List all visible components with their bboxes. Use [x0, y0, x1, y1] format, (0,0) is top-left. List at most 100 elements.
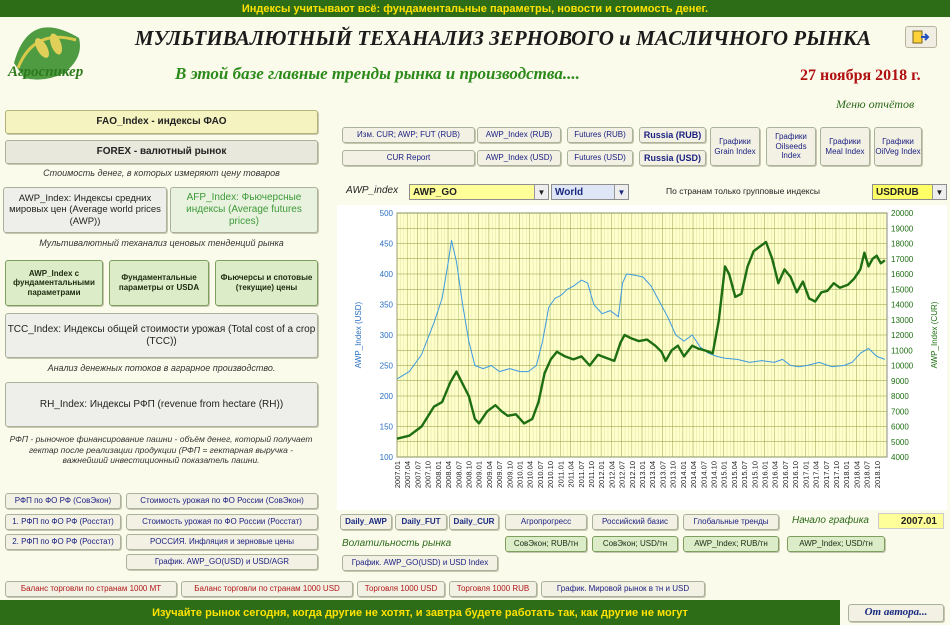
- x-tick-label: 2016.07: [781, 461, 790, 488]
- rh-index-button[interactable]: RH_Index: Индексы РФП (revenue from hect…: [5, 382, 318, 427]
- y-tick-label: 150: [380, 423, 394, 432]
- x-tick-label: 2012.01: [597, 461, 606, 488]
- tcc-index-button[interactable]: TCC_Index: Индексы общей стоимости урожа…: [5, 313, 318, 358]
- x-tick-label: 2015.04: [730, 461, 739, 488]
- global-trends-button[interactable]: Глобальные тренды: [683, 514, 779, 530]
- graph-awp-usd-agr-button[interactable]: График. AWP_GO(USD) и USD/AGR: [126, 554, 318, 570]
- x-tick-label: 2017.04: [812, 461, 821, 488]
- sovecon-rub-button[interactable]: СовЭкон; RUB/тн: [505, 536, 587, 552]
- forex-button[interactable]: FOREX - валютный рынок: [5, 140, 318, 164]
- x-tick-label: 2017.07: [822, 461, 831, 488]
- usda-fundamentals-button[interactable]: Фундаментальные параметры от USDA: [109, 260, 209, 306]
- agroprogress-button[interactable]: Агропрогресс: [505, 514, 587, 530]
- y-tick-label: 500: [380, 209, 394, 218]
- futures-usd-button[interactable]: Futures (USD): [567, 150, 633, 166]
- region-value: World: [555, 186, 584, 198]
- crop-cost-rosstat-button[interactable]: Стоимость урожая по ФО России (Росстат): [126, 514, 318, 530]
- y-axis-label: AWP_Index (USD): [354, 301, 363, 368]
- awp-rub-button[interactable]: AWP_Index (RUB): [477, 127, 561, 143]
- meal-index-button[interactable]: Графики Meal Index: [820, 127, 870, 166]
- graph-awp-usd-index-button[interactable]: График. AWP_GO(USD) и USD Index: [342, 555, 498, 571]
- trade-rub-button[interactable]: Торговля 1000 RUB: [449, 581, 537, 597]
- x-tick-label: 2018.04: [852, 461, 861, 488]
- y2-tick-label: 8000: [891, 392, 909, 401]
- daily-awp-button[interactable]: Daily_AWP: [340, 514, 392, 530]
- y-tick-label: 400: [380, 270, 394, 279]
- futures-spot-button[interactable]: Фьючерсы и спотовые (текущие) цены: [215, 260, 318, 306]
- y-tick-label: 450: [380, 240, 394, 249]
- sovecon-usd-button[interactable]: СовЭкон; USD/тн: [592, 536, 678, 552]
- awp-usd-button[interactable]: AWP_Index (USD): [477, 150, 561, 166]
- cur-report-button[interactable]: CUR Report: [342, 150, 475, 166]
- trade-balance-mt-button[interactable]: Баланс торговли по странам 1000 MT: [5, 581, 177, 597]
- x-tick-label: 2013.07: [658, 461, 667, 488]
- y2-tick-label: 6000: [891, 423, 909, 432]
- russia-rub-button[interactable]: Russia (RUB): [639, 127, 706, 143]
- x-tick-label: 2009.01: [475, 461, 484, 488]
- trade-balance-usd-button[interactable]: Баланс торговли по странам 1000 USD: [181, 581, 353, 597]
- x-tick-label: 2014.10: [709, 461, 718, 488]
- x-tick-label: 2010.04: [526, 461, 535, 488]
- x-tick-label: 2016.01: [761, 461, 770, 488]
- daily-fut-button[interactable]: Daily_FUT: [395, 514, 447, 530]
- y2-tick-label: 14000: [891, 301, 914, 310]
- x-tick-label: 2007.01: [393, 461, 402, 488]
- oilveg-index-button[interactable]: Графики OilVeg Index: [874, 127, 922, 166]
- x-tick-label: 2009.10: [505, 461, 514, 488]
- from-author-button[interactable]: От автора...: [848, 604, 944, 622]
- fao-index-button[interactable]: FAO_Index - индексы ФАО: [5, 110, 318, 134]
- izm-cur-button[interactable]: Изм. CUR; AWP; FUT (RUB): [342, 127, 475, 143]
- x-tick-label: 2011.01: [556, 461, 565, 488]
- currency-select[interactable]: USDRUB ▼: [872, 184, 947, 200]
- x-tick-label: 2018.07: [863, 461, 872, 488]
- russian-basis-button[interactable]: Российский базис: [592, 514, 678, 530]
- awp-fundamentals-button[interactable]: AWP_Index с фундаментальными параметрами: [5, 260, 103, 306]
- awp-usdt-button[interactable]: AWP_Index; USD/тн: [787, 536, 885, 552]
- chevron-down-icon[interactable]: ▼: [614, 185, 628, 199]
- awp-index-select[interactable]: AWP_GO ▼: [409, 184, 549, 200]
- awp-index-button[interactable]: AWP_Index: Индексы средних мировых цен (…: [3, 187, 167, 233]
- forex-note: Стоимость денег, в которых измеряют цену…: [43, 168, 280, 178]
- x-tick-label: 2013.01: [638, 461, 647, 488]
- oilseeds-index-button[interactable]: Графики Oilseeds Index: [766, 127, 816, 166]
- x-tick-label: 2012.10: [628, 461, 637, 488]
- awp-index-label: AWP_index: [346, 185, 399, 196]
- world-market-graph-button[interactable]: График. Мировой рынок в тн и USD: [541, 581, 705, 597]
- rfp-rosstat-2-button[interactable]: 2. РФП по ФО РФ (Росстат): [5, 534, 121, 550]
- russia-usd-button[interactable]: Russia (USD): [639, 150, 706, 166]
- futures-rub-button[interactable]: Futures (RUB): [567, 127, 633, 143]
- chart-start-input[interactable]: 2007.01: [878, 513, 944, 529]
- crop-cost-sovecon-button[interactable]: Стоимость урожая по ФО России (СовЭкон): [126, 493, 318, 509]
- y2-tick-label: 20000: [891, 209, 914, 218]
- x-tick-label: 2009.07: [495, 461, 504, 488]
- x-tick-label: 2015.01: [720, 461, 729, 488]
- grain-index-button[interactable]: Графики Grain Index: [710, 127, 760, 166]
- x-tick-label: 2016.04: [771, 461, 780, 488]
- russia-inflation-button[interactable]: РОССИЯ. Инфляция и зерновые цены: [126, 534, 318, 550]
- trade-usd-button[interactable]: Торговля 1000 USD: [357, 581, 445, 597]
- chart-start-label: Начало графика: [792, 515, 869, 526]
- x-tick-label: 2011.04: [567, 461, 576, 488]
- x-tick-label: 2016.10: [791, 461, 800, 488]
- agrospiker-logo: [14, 27, 80, 80]
- y-tick-label: 350: [380, 301, 394, 310]
- y2-tick-label: 7000: [891, 407, 909, 416]
- rfp-sovecon-button[interactable]: РФП по ФО РФ (СовЭкон): [5, 493, 121, 509]
- x-tick-label: 2011.10: [587, 461, 596, 488]
- rfp-rosstat-1-button[interactable]: 1. РФП по ФО РФ (Росстат): [5, 514, 121, 530]
- y2-tick-label: 11000: [891, 346, 913, 355]
- chevron-down-icon[interactable]: ▼: [534, 185, 548, 199]
- y2-axis-label: AWP_Index (CUR): [930, 301, 939, 368]
- region-select[interactable]: World ▼: [551, 184, 629, 200]
- chevron-down-icon[interactable]: ▼: [932, 185, 946, 199]
- logo-text: Агроспикер: [8, 64, 84, 80]
- exit-button[interactable]: [905, 26, 937, 48]
- afp-index-button[interactable]: AFP_Index: Фьючерсные индексы (Average f…: [170, 187, 318, 233]
- y-tick-label: 200: [380, 392, 394, 401]
- y-tick-label: 300: [380, 331, 394, 340]
- x-tick-label: 2017.10: [832, 461, 841, 488]
- awp-index-value: AWP_GO: [413, 186, 457, 198]
- y2-tick-label: 16000: [891, 270, 914, 279]
- awp-rubt-button[interactable]: AWP_Index; RUB/тн: [683, 536, 779, 552]
- daily-cur-button[interactable]: Daily_CUR: [449, 514, 499, 530]
